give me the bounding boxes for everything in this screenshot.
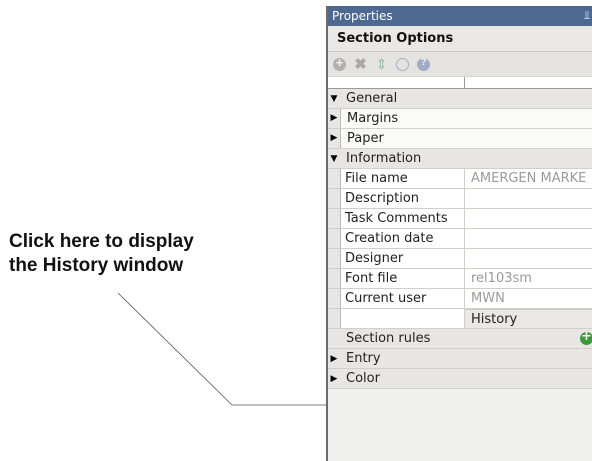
row-gutter (328, 309, 341, 328)
panel-titlebar: Properties ⫫ (328, 6, 592, 26)
delete-icon[interactable]: ✖ (354, 57, 367, 72)
property-row[interactable]: Font file rel103sm (328, 269, 592, 289)
row-gutter (328, 289, 341, 308)
group-label: Color (346, 371, 380, 386)
section-options-header: Section Options (328, 26, 592, 52)
group-general[interactable]: ▼ General (328, 89, 592, 109)
info-icon[interactable] (396, 57, 409, 71)
section-rules-label: Section rules (346, 331, 431, 346)
property-name: Current user (341, 289, 465, 308)
property-row[interactable]: Creation date (328, 229, 592, 249)
property-row[interactable]: Current user MWN (328, 289, 592, 309)
property-value[interactable]: rel103sm (465, 269, 532, 288)
row-gutter (328, 169, 341, 188)
property-name: Font file (341, 269, 465, 288)
section-rules-row[interactable]: Section rules (328, 329, 592, 349)
group-label: Paper (347, 131, 384, 146)
expand-icon[interactable]: ▶ (328, 109, 341, 128)
group-color[interactable]: ▶ Color (328, 369, 592, 389)
move-icon[interactable]: ⇕ (375, 57, 388, 71)
group-label: Entry (346, 351, 381, 366)
property-name: File name (341, 169, 465, 188)
column-header (328, 77, 592, 89)
property-value[interactable]: AMERGEN MARKE (465, 169, 586, 188)
panel-title: Properties (332, 9, 393, 23)
help-icon[interactable] (417, 57, 430, 71)
history-button[interactable]: History (465, 309, 592, 328)
property-value[interactable]: MWN (465, 289, 505, 308)
toolbar: ✖ ⇕ (328, 52, 592, 77)
group-information[interactable]: ▼ Information (328, 149, 592, 169)
group-entry[interactable]: ▶ Entry (328, 349, 592, 369)
row-gutter (328, 249, 341, 268)
group-label: Margins (347, 111, 399, 126)
callout-line-1: Click here to display (9, 231, 194, 252)
property-name: Designer (341, 249, 465, 268)
history-row-name (341, 309, 465, 328)
add-rule-icon[interactable] (580, 329, 592, 345)
expand-icon[interactable]: ▶ (328, 374, 340, 384)
row-gutter (328, 229, 341, 248)
expand-icon[interactable]: ▶ (328, 354, 340, 364)
property-row[interactable]: Task Comments (328, 209, 592, 229)
property-name: Task Comments (341, 209, 465, 228)
collapse-icon[interactable]: ▼ (328, 154, 340, 164)
property-name: Description (341, 189, 465, 208)
group-paper[interactable]: ▶ Paper (328, 129, 592, 149)
row-gutter (328, 209, 341, 228)
history-row: History (328, 309, 592, 329)
row-gutter (328, 269, 341, 288)
callout-line-2: the History window (9, 255, 184, 276)
collapse-icon[interactable]: ▼ (328, 94, 340, 104)
property-row[interactable]: Designer (328, 249, 592, 269)
group-label: Information (346, 151, 422, 166)
group-label: General (346, 91, 398, 106)
properties-panel: Properties ⫫ Section Options ✖ ⇕ ▼ Gener… (326, 6, 592, 461)
expand-icon[interactable]: ▶ (328, 129, 341, 148)
callout-text: Click here to display the History window (9, 230, 194, 278)
add-icon[interactable] (333, 55, 346, 71)
property-row[interactable]: Description (328, 189, 592, 209)
property-name: Creation date (341, 229, 465, 248)
property-row[interactable]: File name AMERGEN MARKE (328, 169, 592, 189)
pin-icon[interactable]: ⫫ (584, 6, 590, 26)
property-grid: ▼ General ▶ Margins ▶ Paper ▼ Informatio… (328, 89, 592, 389)
row-gutter (328, 189, 341, 208)
group-margins[interactable]: ▶ Margins (328, 109, 592, 129)
